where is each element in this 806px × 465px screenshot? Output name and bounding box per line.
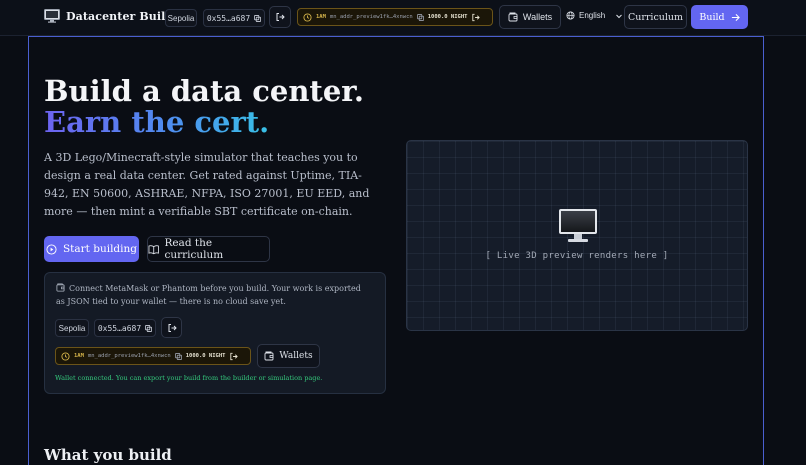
top-nav: Datacenter Builder Sepolia 0x55…a687 1AM…: [0, 0, 806, 36]
wallet-icon: [508, 12, 518, 22]
start-building-button[interactable]: Start building: [44, 236, 139, 262]
language-select[interactable]: English: [566, 11, 623, 20]
midnight-tag: 1AM: [316, 14, 326, 20]
midnight-address: mn_addr_preview1fk…4xnwcn: [329, 14, 413, 20]
clock-icon: [303, 12, 312, 22]
curriculum-button[interactable]: Curriculum: [624, 5, 687, 29]
monitor-icon: [44, 9, 60, 23]
chevron-down-icon: [616, 14, 623, 18]
card-wallets-label: Wallets: [279, 351, 313, 361]
wallets-button[interactable]: Wallets: [499, 5, 561, 29]
desktop-computer-icon: [559, 209, 597, 242]
copy-icon[interactable]: [174, 352, 182, 360]
card-midnight-tag: 1AM: [74, 353, 84, 359]
wallet-connected-status: Wallet connected. You can export your bu…: [55, 374, 323, 382]
logout-icon[interactable]: [229, 352, 239, 361]
read-curriculum-button[interactable]: Read the curriculum: [147, 236, 270, 262]
wallets-label: Wallets: [522, 12, 553, 22]
hero-title: Build a data center.: [44, 74, 364, 108]
book-open-icon: [148, 244, 159, 254]
copy-icon[interactable]: [416, 13, 424, 21]
card-wallets-button[interactable]: Wallets: [257, 344, 320, 368]
wallet-notice-text: Connect MetaMask or Phantom before you b…: [56, 283, 366, 308]
copy-icon[interactable]: [254, 14, 262, 22]
wallet-address-pill[interactable]: 0x55…a687: [203, 9, 265, 27]
card-midnight-address: mn_addr_preview1fk…4xnwcn: [87, 353, 171, 359]
card-wallet-address: 0x55…a687: [97, 323, 142, 333]
wallet-icon: [264, 351, 274, 361]
network-label: Sepolia: [167, 13, 195, 23]
card-network-label: Sepolia: [58, 323, 86, 333]
wallet-notice-message: Connect MetaMask or Phantom before you b…: [56, 284, 361, 306]
build-button[interactable]: Build: [691, 5, 748, 29]
live-preview-panel[interactable]: [ Live 3D preview renders here ]: [406, 140, 748, 331]
midnight-wallet-pill[interactable]: 1AM mn_addr_preview1fk…4xnwcn 1000.0 NIG…: [297, 8, 493, 26]
language-label: English: [579, 11, 606, 20]
build-label: Build: [699, 11, 725, 23]
card-midnight-wallet-pill[interactable]: 1AM mn_addr_preview1fk…4xnwcn 1000.0 NIG…: [55, 347, 251, 365]
preview-caption: [ Live 3D preview renders here ]: [485, 251, 669, 261]
card-network-badge[interactable]: Sepolia: [55, 319, 89, 337]
read-curriculum-label: Read the curriculum: [164, 237, 224, 261]
card-midnight-balance: 1000.0 NIGHT: [185, 353, 226, 359]
midnight-balance: 1000.0 NIGHT: [427, 14, 468, 20]
card-wallet-address-pill[interactable]: 0x55…a687: [94, 319, 156, 337]
logout-icon: [168, 323, 177, 332]
what-you-build-heading: What you build: [44, 446, 172, 464]
clock-icon: [61, 351, 70, 361]
hero-subtitle: Earn the cert.: [44, 105, 270, 139]
globe-icon: [566, 11, 575, 20]
arrow-right-icon: [731, 13, 740, 21]
logout-icon: [276, 13, 285, 21]
start-building-label: Start building: [62, 243, 137, 255]
card-disconnect-button[interactable]: [161, 317, 182, 338]
wallet-address: 0x55…a687: [206, 13, 251, 23]
logout-icon[interactable]: [471, 13, 481, 22]
disconnect-button[interactable]: [269, 6, 291, 28]
network-badge[interactable]: Sepolia: [165, 9, 197, 27]
curriculum-label: Curriculum: [627, 11, 684, 23]
wallet-icon: [56, 283, 65, 292]
play-circle-icon: [46, 243, 57, 255]
hero-description: A 3D Lego/Minecraft-style simulator that…: [44, 151, 370, 218]
copy-icon[interactable]: [145, 324, 153, 332]
